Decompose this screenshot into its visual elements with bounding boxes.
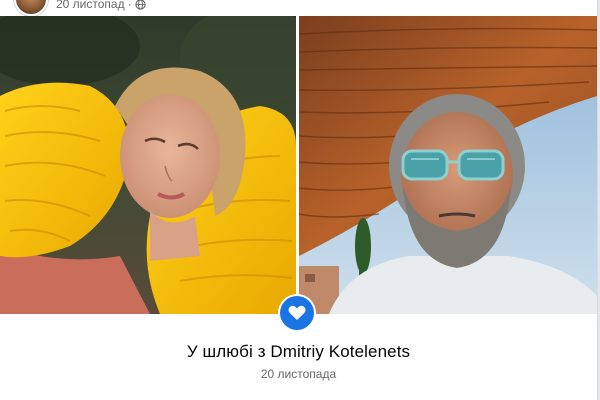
life-event-post: 20 листопад · У шлюбі з Dmitriy Kotelene…	[0, 0, 598, 400]
post-header: 20 листопад ·	[0, 0, 597, 16]
heart-icon	[288, 305, 306, 320]
life-event-badge	[278, 294, 316, 332]
life-event-date: 20 листопада	[260, 367, 337, 381]
avatar[interactable]	[14, 0, 48, 16]
heart-badge-circle	[280, 296, 314, 330]
photo-woman-yellow-dress[interactable]	[0, 16, 296, 314]
meta-separator: ·	[127, 0, 132, 11]
post-meta: 20 листопад ·	[56, 0, 146, 11]
photo-man-sunglasses-selfie[interactable]	[299, 16, 597, 314]
globe-icon[interactable]	[134, 0, 146, 10]
post-date[interactable]: 20 листопад	[56, 0, 125, 11]
photo-grid	[0, 16, 597, 314]
life-event-title[interactable]: У шлюбі з Dmitriy Kotelenets	[0, 342, 597, 362]
